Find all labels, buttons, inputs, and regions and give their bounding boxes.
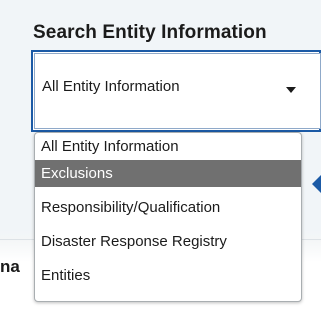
option-entities[interactable]: Entities (35, 262, 301, 289)
page: na Search Entity Information All Entity … (0, 0, 321, 310)
partial-heading: na (0, 257, 20, 276)
option-exclusions[interactable]: Exclusions (35, 160, 301, 187)
dropdown-list: All Entity Information Exclusions Respon… (34, 132, 302, 302)
chevron-down-icon[interactable] (286, 87, 296, 93)
option-all-entity-information[interactable]: All Entity Information (35, 133, 301, 160)
option-responsibility-qualification[interactable]: Responsibility/Qualification (35, 194, 301, 221)
section-title: Search Entity Information (33, 22, 267, 43)
arrow-left-icon (312, 175, 321, 193)
select-value: All Entity Information (42, 78, 180, 95)
option-disaster-response-registry[interactable]: Disaster Response Registry (35, 228, 301, 255)
